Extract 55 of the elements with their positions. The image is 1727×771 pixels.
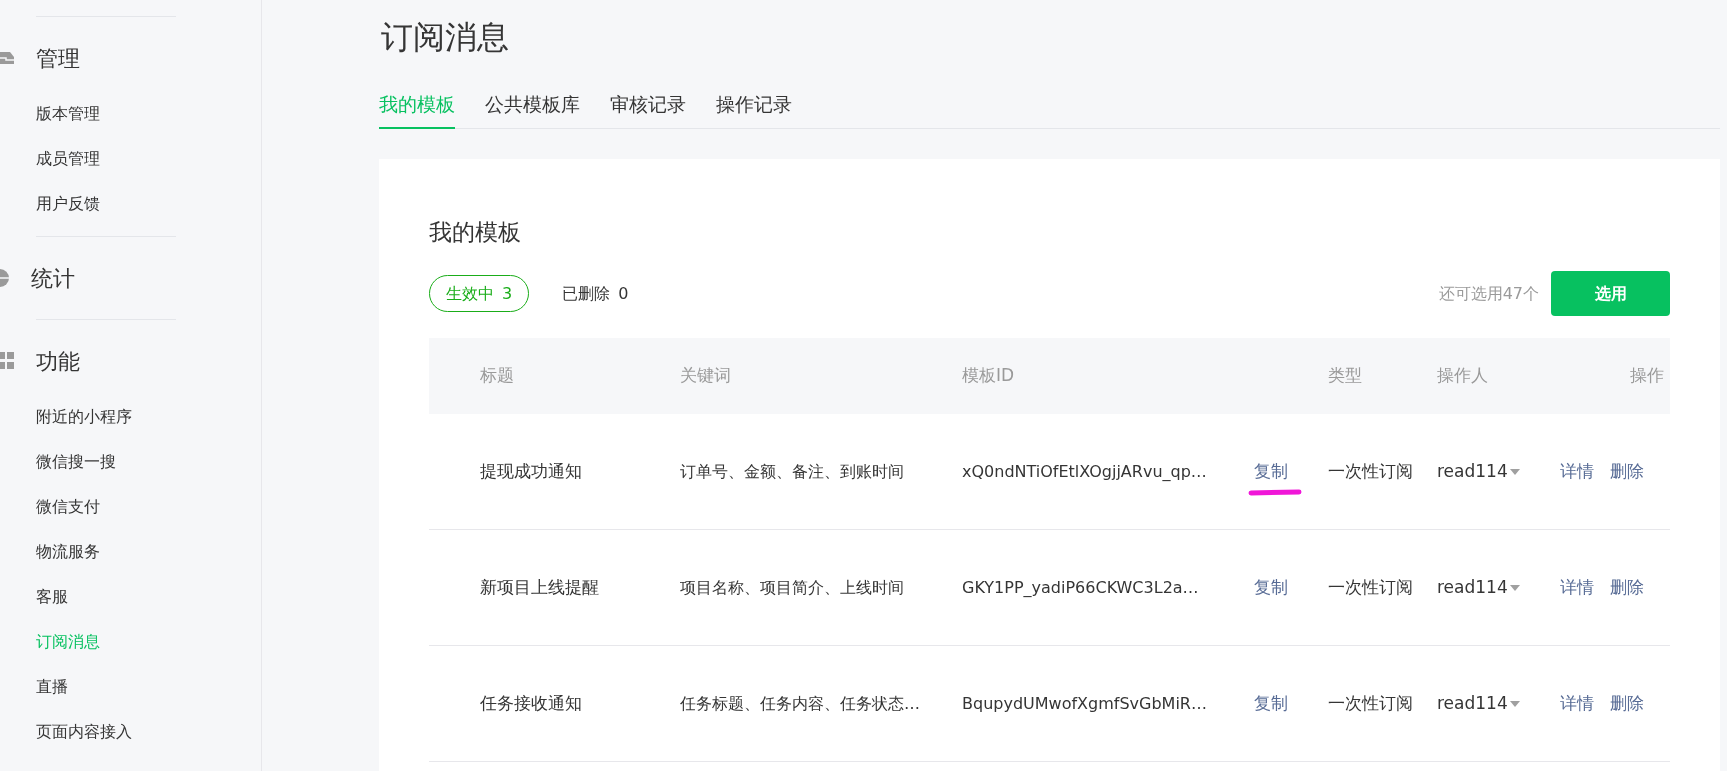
copy-link[interactable]: 复制 — [1254, 692, 1288, 713]
sidebar-item[interactable]: 版本管理 — [36, 91, 176, 136]
details-link[interactable]: 详情 — [1560, 574, 1594, 601]
table-cell: 订单号、金额、备注、到账时间 — [680, 461, 904, 481]
dropdown-caret-icon[interactable] — [1509, 584, 1520, 591]
table-cell: 一次性订阅 — [1328, 692, 1413, 713]
grid-icon — [0, 352, 14, 370]
sidebar-item[interactable]: 用户反馈 — [36, 181, 176, 226]
sidebar-section-title: 功能 — [36, 347, 80, 376]
table-cell-text: read114 — [1437, 459, 1508, 483]
table-cell: GKY1PP_yadiP66CKWC3L2a… — [962, 577, 1199, 597]
table-cell: 任务接收通知 — [480, 692, 582, 713]
delete-link[interactable]: 删除 — [1610, 574, 1644, 601]
table-cell: 任务标题、任务内容、任务状态… — [680, 693, 920, 713]
table-cell: 新项目上线提醒 — [480, 576, 599, 597]
table-cell-text: read114 — [1437, 575, 1508, 599]
sidebar-section-title: 统计 — [31, 264, 75, 293]
tab[interactable]: 审核记录 — [610, 90, 686, 129]
sidebar-item[interactable]: 物流服务 — [36, 529, 176, 574]
column-header: 操作人 — [1437, 365, 1488, 386]
sidebar-item[interactable]: 附近的小程序 — [36, 394, 176, 439]
dropdown-caret-icon[interactable] — [1509, 700, 1520, 707]
table-cell: BqupydUMwofXgmfSvGbMiR… — [962, 693, 1207, 713]
column-header: 关键词 — [680, 365, 731, 386]
sidebar-item[interactable]: 直播 — [36, 664, 176, 709]
table-cell: 提现成功通知 — [480, 460, 582, 481]
sidebar-item[interactable]: 客服 — [36, 574, 176, 619]
table-cell-text: read114 — [1437, 691, 1508, 715]
sidebar-item[interactable]: 微信支付 — [36, 484, 176, 529]
sidebar-item[interactable]: 成员管理 — [36, 136, 176, 181]
underline-mark — [1248, 488, 1302, 497]
card-title: 我的模板 — [429, 217, 522, 247]
sidebar-item[interactable]: 页面内容接入 — [36, 709, 176, 754]
column-header: 操作 — [1630, 365, 1664, 386]
table-cell: 项目名称、项目简介、上线时间 — [680, 577, 904, 597]
tab[interactable]: 操作记录 — [716, 90, 792, 129]
column-header: 类型 — [1328, 365, 1362, 386]
delete-link[interactable]: 删除 — [1610, 690, 1644, 717]
remaining-count: 还可选用47个 — [1438, 282, 1539, 305]
table-cell: xQ0ndNTiOfEtlXOgjjARvu_qp… — [962, 461, 1207, 481]
dropdown-caret-icon[interactable] — [1509, 468, 1520, 475]
page-title: 订阅消息 — [380, 17, 510, 58]
sidebar-item[interactable]: 微信搜一搜 — [36, 439, 176, 484]
filter-tab[interactable]: 已删除 0 — [545, 275, 646, 312]
copy-link[interactable]: 复制 — [1254, 576, 1288, 597]
details-link[interactable]: 详情 — [1560, 458, 1594, 485]
delete-link[interactable]: 删除 — [1610, 458, 1644, 485]
sidebar-section-title: 管理 — [36, 44, 80, 73]
column-header: 模板ID — [962, 365, 1015, 386]
table-cell: 一次性订阅 — [1328, 576, 1413, 597]
column-header: 标题 — [480, 365, 514, 386]
details-link[interactable]: 详情 — [1560, 690, 1594, 717]
copy-link[interactable]: 复制 — [1254, 460, 1288, 481]
tab[interactable]: 公共模板库 — [485, 90, 580, 129]
table-cell: 一次性订阅 — [1328, 460, 1413, 481]
